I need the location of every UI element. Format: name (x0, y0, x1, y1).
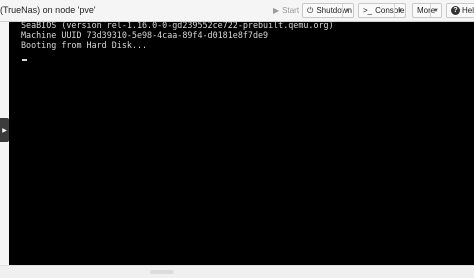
console-line: Booting from Hard Disk... (21, 40, 148, 50)
bottom-scrollbar[interactable] (0, 265, 474, 278)
chevron-down-icon[interactable]: ▼ (394, 4, 405, 17)
question-circle-icon: ? (451, 6, 460, 15)
shutdown-button[interactable]: ⏻ Shutdown ▼ (302, 3, 354, 18)
chevron-down-icon: ▼ (430, 4, 441, 17)
toolbar: (TrueNas) on node 'pve' ▶ Start ⏻ Shutdo… (0, 0, 474, 22)
play-icon: ▶ (273, 6, 280, 15)
collapse-handle[interactable]: ▶ (0, 118, 9, 142)
help-label: Help (462, 6, 474, 15)
console-line: SeaBIOS (version rel-1.16.0-0-gd239552ce… (21, 20, 334, 30)
start-button[interactable]: ▶ Start (268, 3, 300, 18)
terminal-icon: >_ (363, 6, 373, 15)
scrollbar-thumb[interactable] (150, 270, 174, 274)
start-label: Start (282, 6, 300, 15)
power-icon: ⏻ (307, 5, 314, 15)
panel-title: (TrueNas) on node 'pve' (0, 5, 96, 15)
console-button[interactable]: >_ Console ▼ (358, 3, 406, 18)
vm-console-panel: (TrueNas) on node 'pve' ▶ Start ⏻ Shutdo… (0, 0, 474, 278)
more-button[interactable]: More ▼ (412, 3, 442, 18)
text-cursor (22, 59, 27, 61)
chevron-down-icon[interactable]: ▼ (342, 4, 353, 17)
vm-console-screen[interactable]: SeaBIOS (version rel-1.16.0-0-gd239552ce… (9, 20, 474, 265)
chevron-right-icon: ▶ (2, 127, 7, 134)
console-line: Machine UUID 73d39310-5e98-4caa-89f4-d01… (21, 30, 269, 40)
help-button[interactable]: ? Help (446, 3, 474, 18)
